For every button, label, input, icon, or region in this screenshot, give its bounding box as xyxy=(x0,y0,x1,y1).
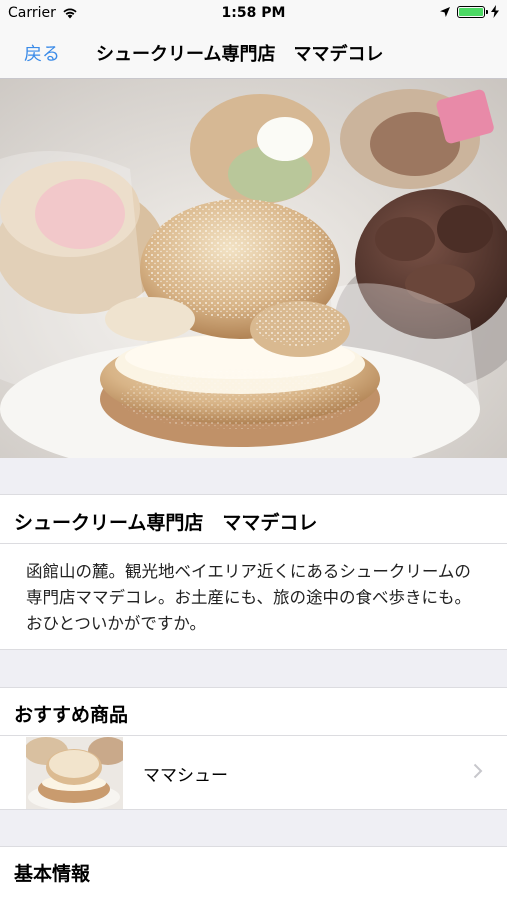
product-name: ママシュー xyxy=(143,766,228,786)
shop-description: 函館山の麓。観光地ベイエリア近くにあるシュークリームの専門店ママデコレ。お土産に… xyxy=(26,562,472,633)
hero-photo xyxy=(0,79,507,458)
charging-bolt-icon xyxy=(491,5,499,18)
description-cell: 函館山の麓。観光地ベイエリア近くにあるシュークリームの専門店ママデコレ。お土産に… xyxy=(0,544,507,650)
chevron-right-icon xyxy=(473,763,483,779)
product-thumbnail xyxy=(26,737,123,809)
shop-title-row: シュークリーム専門店 ママデコレ xyxy=(0,494,507,544)
status-bar: Carrier 1:58 PM xyxy=(0,0,507,28)
status-time: 1:58 PM xyxy=(221,5,286,21)
recommended-title: おすすめ商品 xyxy=(14,704,129,726)
battery-icon xyxy=(457,5,488,18)
location-arrow-icon xyxy=(440,6,450,17)
cream-puff-photo xyxy=(0,79,507,458)
product-row[interactable]: ママシュー xyxy=(0,736,507,810)
navigation-bar: 戻る シュークリーム専門店 ママデコレ xyxy=(0,28,507,79)
battery-level xyxy=(459,7,483,16)
nav-title: シュークリーム専門店 ママデコレ xyxy=(96,44,384,65)
basic-info-header: 基本情報 xyxy=(0,846,507,900)
status-right xyxy=(439,5,499,18)
back-button[interactable]: 戻る xyxy=(24,40,60,66)
recommended-header: おすすめ商品 xyxy=(0,687,507,736)
basic-info-title: 基本情報 xyxy=(14,863,91,885)
shop-name: シュークリーム専門店 ママデコレ xyxy=(14,512,318,534)
